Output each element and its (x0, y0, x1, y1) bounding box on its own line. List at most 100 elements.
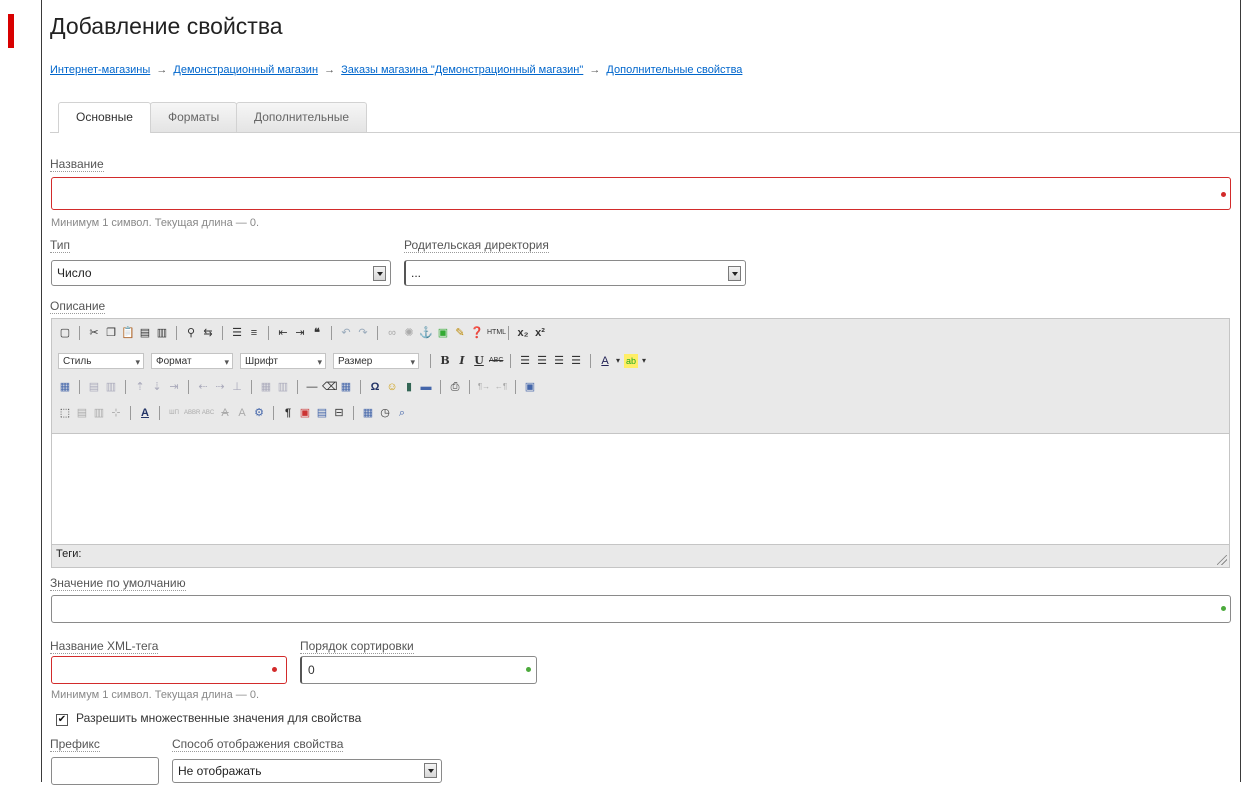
name-input[interactable] (51, 177, 1231, 210)
parent-dir-select[interactable]: ... (404, 260, 746, 286)
input-field-icon[interactable]: ▬ (419, 380, 433, 394)
style-combo[interactable]: Стиль (58, 353, 144, 370)
align-right-icon[interactable]: ☰ (552, 354, 566, 368)
tab-additional[interactable]: Дополнительные (236, 102, 367, 132)
paste-icon[interactable]: 📋 (121, 326, 135, 340)
blockquote-icon[interactable]: ❝ (310, 326, 324, 340)
prefix-input[interactable] (51, 757, 159, 785)
attributes-icon[interactable]: ⚙ (252, 406, 266, 420)
underline-icon[interactable]: U (472, 354, 486, 368)
subscript-icon[interactable]: x₂ (516, 326, 530, 340)
special-char-icon[interactable]: Ω (368, 380, 382, 394)
col-after-icon[interactable]: ⇢ (213, 380, 227, 394)
insert-date-icon[interactable]: ▦ (361, 406, 375, 420)
col-before-icon[interactable]: ⇠ (196, 380, 210, 394)
italic-icon[interactable]: I (455, 354, 469, 368)
nonbreaking-icon[interactable]: ▣ (298, 406, 312, 420)
xml-tag-input[interactable] (51, 656, 287, 684)
image-icon[interactable]: ▣ (436, 326, 450, 340)
display-mode-select[interactable]: Не отображать (172, 759, 442, 783)
replace-icon[interactable]: ⇆ (201, 326, 215, 340)
pagebreak-icon[interactable]: ⊟ (332, 406, 346, 420)
move-forward-icon[interactable]: ▤ (75, 406, 89, 420)
acronym-icon[interactable]: ABC (201, 406, 215, 420)
numbered-list-icon[interactable]: ≡ (247, 326, 261, 340)
del-icon[interactable]: A (218, 406, 232, 420)
link-icon[interactable]: ∞ (385, 326, 399, 340)
rtl-icon[interactable]: ←¶ (494, 380, 508, 394)
align-left-icon[interactable]: ☰ (518, 354, 532, 368)
breadcrumb-link-demo-shop[interactable]: Демонстрационный магазин (173, 64, 318, 76)
default-value-input[interactable] (51, 595, 1231, 623)
move-backward-icon[interactable]: ▥ (92, 406, 106, 420)
redo-icon[interactable]: ↷ (356, 326, 370, 340)
unlink-icon[interactable]: ✺ (402, 326, 416, 340)
horizontal-rule-icon[interactable]: — (305, 380, 319, 394)
format-combo[interactable]: Формат (151, 353, 233, 370)
clean-format-icon[interactable]: ✎ (453, 326, 467, 340)
table-props-icon[interactable]: ▤ (87, 380, 101, 394)
chevron-down-icon[interactable] (373, 266, 386, 281)
media-icon[interactable]: ▮ (402, 380, 416, 394)
style-props-icon[interactable]: A (138, 406, 152, 420)
print-icon[interactable]: ⎙ (448, 380, 462, 394)
undo-icon[interactable]: ↶ (339, 326, 353, 340)
bold-icon[interactable]: B (438, 354, 452, 368)
chevron-down-icon[interactable]: ▾ (615, 354, 621, 368)
ins-icon[interactable]: A (235, 406, 249, 420)
superscript-icon[interactable]: x² (533, 326, 547, 340)
merge-cells-icon[interactable]: ▥ (276, 380, 290, 394)
cite-icon[interactable]: ШП (167, 406, 181, 420)
copy-icon[interactable]: ❐ (104, 326, 118, 340)
breadcrumb-link-extra-properties[interactable]: Дополнительные свойства (606, 64, 742, 76)
insert-time-icon[interactable]: ◷ (378, 406, 392, 420)
visual-chars-icon[interactable]: ¶ (281, 406, 295, 420)
table-icon[interactable]: ▦ (339, 380, 353, 394)
resize-handle-icon[interactable] (1217, 555, 1227, 565)
find-icon[interactable]: ⚲ (184, 326, 198, 340)
chevron-down-icon[interactable]: ▾ (641, 354, 647, 368)
text-color-icon[interactable]: A (598, 354, 612, 368)
chevron-down-icon[interactable] (728, 266, 741, 281)
tab-main[interactable]: Основные (58, 102, 151, 133)
paste-text-icon[interactable]: ▤ (138, 326, 152, 340)
bullet-list-icon[interactable]: ☰ (230, 326, 244, 340)
layer-icon[interactable]: ⬚ (58, 406, 72, 420)
align-justify-icon[interactable]: ☰ (569, 354, 583, 368)
absolute-icon[interactable]: ⊹ (109, 406, 123, 420)
help-icon[interactable]: ❓ (470, 326, 484, 340)
outdent-icon[interactable]: ⇤ (276, 326, 290, 340)
breadcrumb-link-shops[interactable]: Интернет-магазины (50, 64, 150, 76)
size-combo[interactable]: Размер (333, 353, 419, 370)
preview-icon[interactable]: ⌕ (395, 406, 409, 420)
cut-icon[interactable]: ✂ (87, 326, 101, 340)
editor-content-area[interactable] (52, 433, 1229, 545)
align-center-icon[interactable]: ☰ (535, 354, 549, 368)
type-select[interactable]: Число (51, 260, 391, 286)
new-document-icon[interactable]: ▢ (58, 326, 72, 340)
delete-col-icon[interactable]: ⊥ (230, 380, 244, 394)
font-combo[interactable]: Шрифт (240, 353, 326, 370)
paste-word-icon[interactable]: ▥ (155, 326, 169, 340)
split-cells-icon[interactable]: ▦ (259, 380, 273, 394)
template-icon[interactable]: ▤ (315, 406, 329, 420)
ltr-icon[interactable]: ¶→ (477, 380, 491, 394)
eraser-icon[interactable]: ⌫ (322, 380, 338, 394)
row-before-icon[interactable]: ⇡ (133, 380, 147, 394)
html-source-icon[interactable]: HTML (487, 326, 506, 340)
chevron-down-icon[interactable] (424, 763, 437, 778)
tab-formats[interactable]: Форматы (150, 102, 238, 132)
cell-props-icon[interactable]: ▥ (104, 380, 118, 394)
breadcrumb-link-orders[interactable]: Заказы магазина "Демонстрационный магази… (341, 64, 583, 76)
sort-order-input[interactable] (300, 656, 537, 684)
multiple-values-checkbox[interactable]: ✔ (56, 714, 68, 726)
row-after-icon[interactable]: ⇣ (150, 380, 164, 394)
anchor-icon[interactable]: ⚓ (419, 326, 433, 340)
delete-row-icon[interactable]: ⇥ (167, 380, 181, 394)
multiple-values-label[interactable]: Разрешить множественные значения для сво… (76, 711, 361, 725)
emoticon-icon[interactable]: ☺ (385, 380, 399, 394)
highlight-color-icon[interactable]: ab (624, 354, 638, 368)
fullscreen-icon[interactable]: ▣ (523, 380, 537, 394)
strikethrough-icon[interactable]: ABC (489, 354, 503, 368)
form-icon[interactable]: ▦ (58, 380, 72, 394)
